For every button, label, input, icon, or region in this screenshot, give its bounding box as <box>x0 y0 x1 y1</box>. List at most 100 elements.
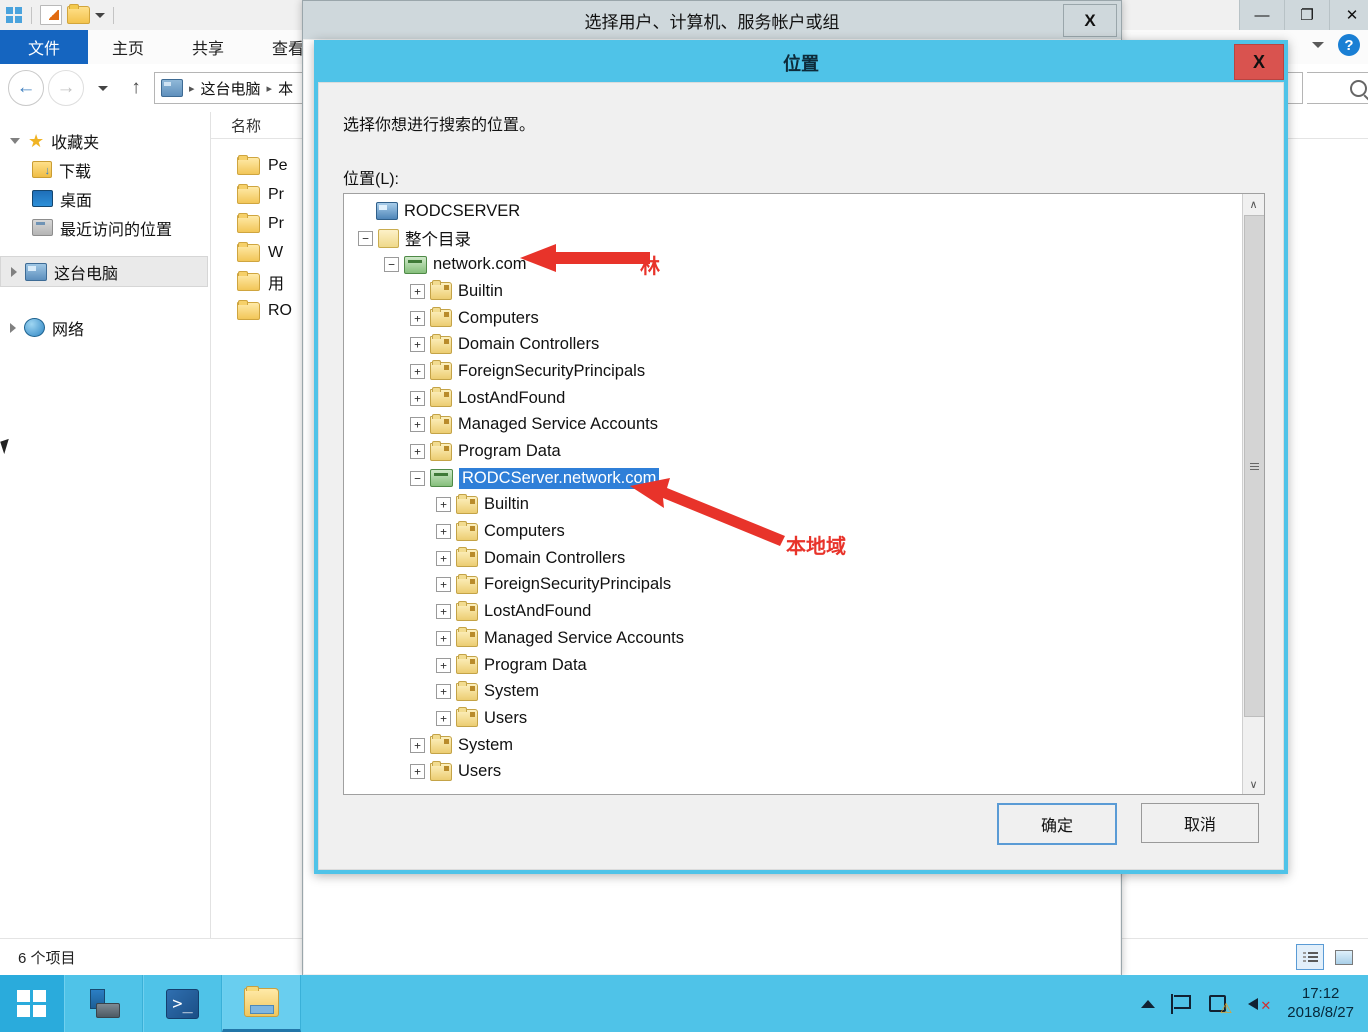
breadcrumb-item-next[interactable]: 本 <box>278 78 293 99</box>
flag-action-center-icon[interactable] <box>1171 993 1192 1014</box>
tree-node[interactable]: + Builtin <box>344 278 1264 305</box>
tree-node[interactable]: + ForeignSecurityPrincipals <box>344 358 1264 385</box>
tree-node[interactable]: RODCSERVER <box>344 198 1264 225</box>
clock[interactable]: 17:12 2018/8/27 <box>1287 985 1358 1023</box>
collapse-icon[interactable]: − <box>384 257 399 273</box>
close-button[interactable]: X <box>1234 44 1284 80</box>
cancel-button[interactable]: 取消 <box>1141 803 1259 843</box>
expand-icon[interactable]: + <box>410 444 425 460</box>
search-input[interactable] <box>1307 72 1368 104</box>
tree-node[interactable]: + Users <box>344 758 1264 785</box>
sidebar-item-downloads[interactable]: 下载 <box>0 155 210 184</box>
ou-icon <box>456 520 478 541</box>
tree-node-label: Program Data <box>484 655 587 674</box>
up-button[interactable]: ↑ <box>122 77 150 99</box>
tree-node-label: Builtin <box>458 281 503 300</box>
tree-node[interactable]: + Computers <box>344 305 1264 332</box>
close-button[interactable]: X <box>1063 4 1117 37</box>
file-explorer-icon <box>244 985 279 1017</box>
ok-button[interactable]: 确定 <box>997 803 1117 845</box>
tree-node[interactable]: + LostAndFound <box>344 598 1264 625</box>
expand-icon[interactable]: + <box>436 684 451 700</box>
tree-node[interactable]: + ForeignSecurityPrincipals <box>344 572 1264 599</box>
expand-icon[interactable]: + <box>410 390 425 406</box>
volume-muted-icon[interactable] <box>1247 993 1271 1014</box>
ou-icon <box>430 734 452 755</box>
collapse-icon[interactable]: − <box>358 230 373 246</box>
folder-icon[interactable] <box>67 4 90 24</box>
expand-icon[interactable]: + <box>410 310 425 326</box>
chevron-collapsed-icon[interactable] <box>11 266 17 277</box>
chevron-expanded-icon[interactable] <box>10 137 20 144</box>
desktop-icon <box>32 190 53 207</box>
tree-node[interactable]: + Managed Service Accounts <box>344 412 1264 439</box>
scrollbar-thumb[interactable] <box>1244 215 1264 717</box>
dialog-title-bar: 选择用户、计算机、服务帐户或组 X <box>303 1 1121 39</box>
tab-share[interactable]: 共享 <box>168 30 248 64</box>
tree-node[interactable]: − network.com <box>344 251 1264 278</box>
expand-icon[interactable]: + <box>436 524 451 540</box>
sidebar-item-desktop[interactable]: 桌面 <box>0 184 210 213</box>
tree-node[interactable]: + Users <box>344 705 1264 732</box>
sidebar-item-recent-places[interactable]: 最近访问的位置 <box>0 213 210 242</box>
tree-node-label: System <box>458 735 514 754</box>
recent-locations-icon[interactable] <box>88 85 118 91</box>
start-button[interactable] <box>0 975 64 1032</box>
expand-icon[interactable]: + <box>436 577 451 593</box>
sidebar-item-favorites[interactable]: ★ 收藏夹 <box>0 126 210 155</box>
directory-icon <box>378 228 399 248</box>
expand-icon[interactable]: + <box>436 497 451 513</box>
expand-icon[interactable]: + <box>436 604 451 620</box>
tab-file[interactable]: 文件 <box>0 30 89 64</box>
collapse-icon[interactable]: − <box>410 470 425 486</box>
expand-icon[interactable]: + <box>436 657 451 673</box>
new-folder-icon[interactable] <box>40 5 62 25</box>
back-button[interactable]: ← <box>8 70 44 106</box>
tree-node[interactable]: + System <box>344 678 1264 705</box>
expand-icon[interactable]: + <box>436 710 451 726</box>
thumbnail-view-icon[interactable] <box>1330 944 1358 970</box>
expand-icon[interactable]: + <box>410 283 425 299</box>
tree-node[interactable]: + Domain Controllers <box>344 331 1264 358</box>
minimize-button[interactable]: — <box>1239 0 1284 30</box>
tree-node[interactable]: + Managed Service Accounts <box>344 625 1264 652</box>
dialog-buttons: 确定 取消 <box>997 803 1259 845</box>
tree-node[interactable]: − RODCServer.network.com <box>344 465 1264 492</box>
taskbar-item-server-manager[interactable] <box>64 975 143 1032</box>
tree-node[interactable]: + Program Data <box>344 438 1264 465</box>
tree-scrollbar[interactable]: ∧ ∨ <box>1242 194 1264 794</box>
expand-icon[interactable]: + <box>410 337 425 353</box>
expand-icon[interactable]: + <box>410 737 425 753</box>
chevron-down-icon[interactable] <box>1312 42 1324 48</box>
details-view-icon[interactable] <box>1296 944 1324 970</box>
tab-home[interactable]: 主页 <box>88 30 168 64</box>
ou-icon <box>456 547 478 568</box>
sidebar-item-network[interactable]: 网络 <box>0 313 210 342</box>
help-icon[interactable]: ? <box>1338 34 1360 56</box>
show-hidden-icons-arrow[interactable] <box>1141 999 1156 1008</box>
maximize-button[interactable]: ❐ <box>1284 0 1329 30</box>
taskbar-item-file-explorer[interactable] <box>222 975 301 1032</box>
tree-node[interactable]: + Builtin <box>344 492 1264 519</box>
expand-icon[interactable]: + <box>436 550 451 566</box>
chevron-collapsed-icon[interactable] <box>10 322 16 333</box>
expand-icon[interactable]: + <box>410 417 425 433</box>
network-warning-icon[interactable] <box>1208 993 1232 1017</box>
expand-icon[interactable]: + <box>410 363 425 379</box>
breadcrumb-item-this-pc[interactable]: 这台电脑 <box>201 78 261 99</box>
scroll-down-button[interactable]: ∨ <box>1243 774 1264 794</box>
taskbar-item-powershell[interactable]: >_ <box>143 975 222 1032</box>
tree-node[interactable]: − 整个目录 <box>344 225 1264 252</box>
location-tree[interactable]: RODCSERVER − 整个目录 − network.com + Builtin + Comp… <box>343 193 1265 795</box>
expand-icon[interactable]: + <box>436 630 451 646</box>
tree-node[interactable]: + System <box>344 732 1264 759</box>
list-item-label: Pr <box>268 185 284 203</box>
tree-node[interactable]: + Program Data <box>344 652 1264 679</box>
expand-icon[interactable]: + <box>410 764 425 780</box>
chevron-down-icon[interactable] <box>95 12 105 18</box>
sidebar-item-this-pc[interactable]: 这台电脑 <box>0 256 208 287</box>
close-button[interactable]: ✕ <box>1329 0 1368 30</box>
scroll-up-button[interactable]: ∧ <box>1243 194 1264 214</box>
tree-node[interactable]: + LostAndFound <box>344 385 1264 412</box>
forward-button[interactable]: → <box>48 70 84 106</box>
